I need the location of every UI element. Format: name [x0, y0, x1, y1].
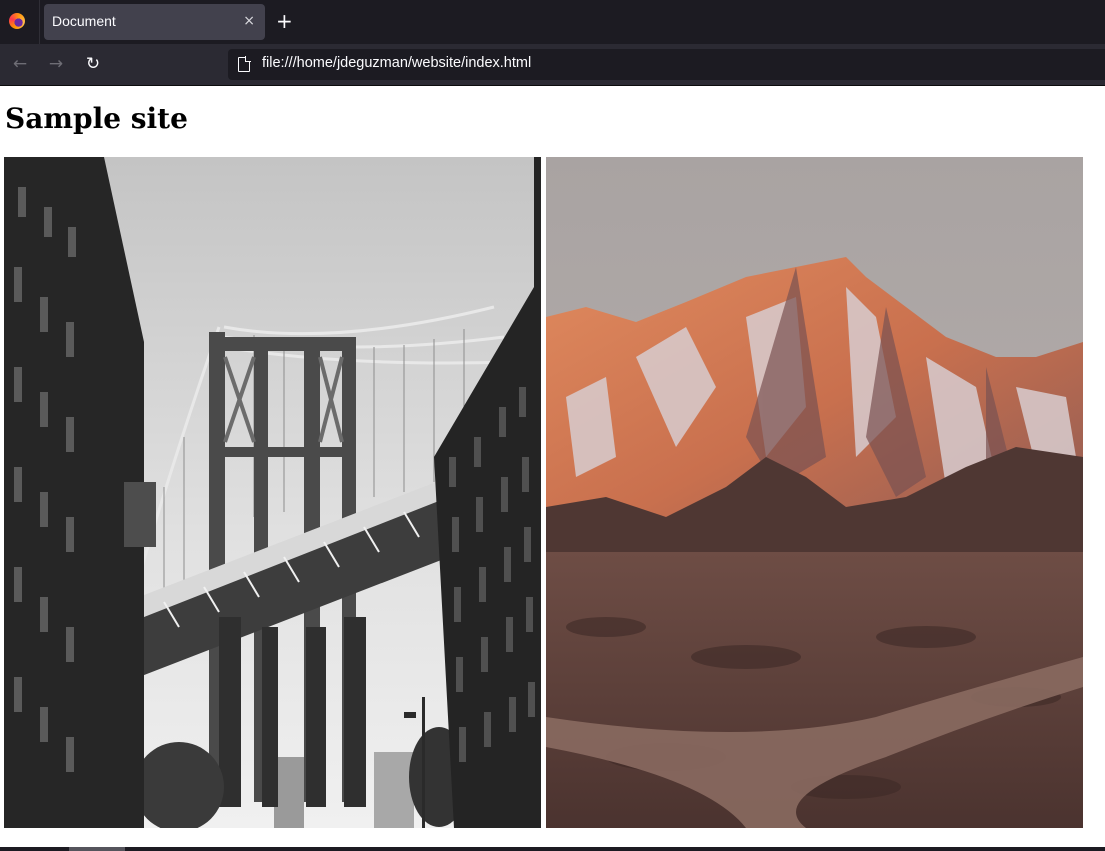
url-text[interactable]: file:///home/jdeguzman/website/index.htm…	[262, 55, 531, 71]
tab-document[interactable]: Document ×	[44, 4, 265, 40]
bridge-photo	[4, 157, 541, 828]
back-button[interactable]: ←	[9, 53, 31, 75]
reload-button[interactable]: ↻	[82, 53, 104, 75]
close-tab-icon[interactable]: ×	[243, 12, 255, 30]
page-icon	[238, 56, 251, 72]
bottom-scrollbar[interactable]	[0, 847, 1105, 851]
forward-button[interactable]: →	[45, 53, 67, 75]
page-title: Sample site	[5, 102, 188, 135]
firefox-logo-icon	[9, 13, 25, 29]
firefox-menu[interactable]	[0, 0, 40, 44]
tab-title: Document	[52, 13, 116, 29]
bridge-illustration	[4, 157, 541, 828]
page-content: Sample site	[0, 86, 1105, 847]
tab-strip: Document × +	[0, 0, 1105, 44]
address-bar[interactable]: file:///home/jdeguzman/website/index.htm…	[228, 49, 1105, 80]
scrollbar-thumb[interactable]	[69, 847, 125, 851]
new-tab-button[interactable]: +	[276, 10, 293, 32]
navigation-toolbar: ← → ↻ file:///home/jdeguzman/website/ind…	[0, 44, 1105, 86]
mountain-illustration	[546, 157, 1083, 828]
mountain-photo	[546, 157, 1083, 828]
